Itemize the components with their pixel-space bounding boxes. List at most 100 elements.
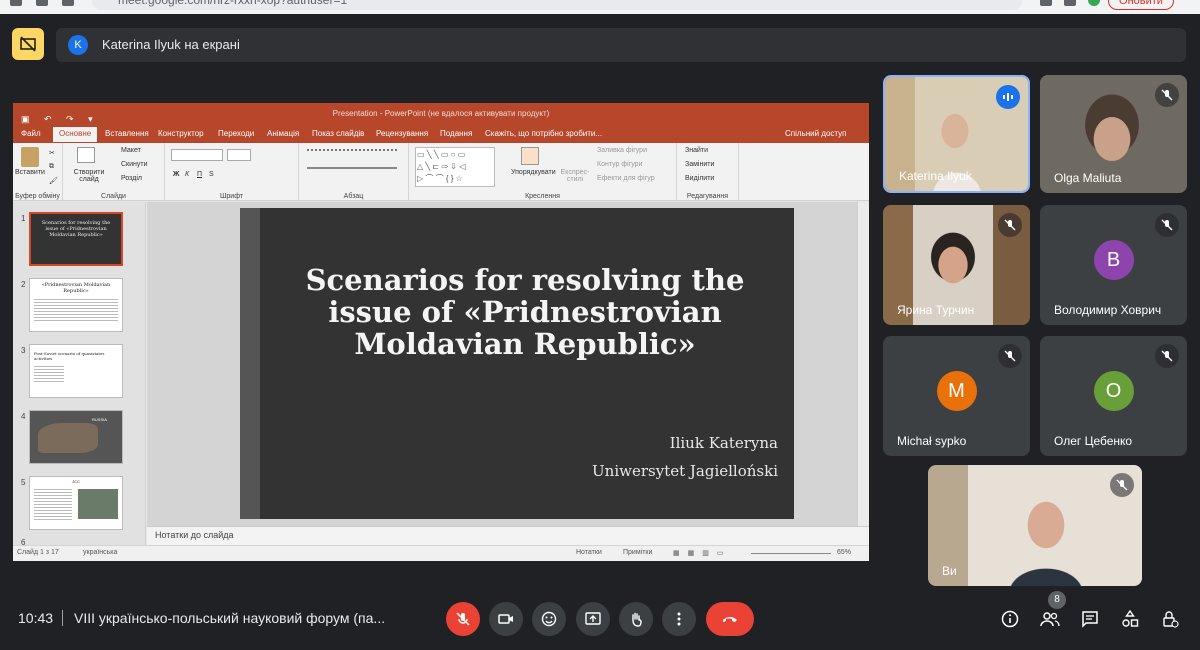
ppt-window-title: Presentation - PowerPoint (не вдалося ак… bbox=[332, 109, 550, 118]
arrange-button[interactable]: Упорядкувати bbox=[511, 169, 556, 176]
font-size-field[interactable] bbox=[227, 149, 251, 161]
font-name-field[interactable] bbox=[171, 149, 223, 161]
paragraph-group: Абзац bbox=[299, 143, 409, 201]
new-slide-button[interactable]: Створити слайд bbox=[69, 169, 109, 183]
forward-icon[interactable] bbox=[36, 0, 48, 6]
share-button[interactable]: Спільний доступ bbox=[785, 129, 847, 138]
shape-effects-button[interactable]: Ефекти для фігур bbox=[597, 175, 655, 182]
italic-button[interactable]: К bbox=[185, 171, 189, 178]
tab-view[interactable]: Подання bbox=[440, 129, 472, 138]
back-icon[interactable] bbox=[10, 0, 22, 6]
quick-styles-button[interactable]: Експрес-стилі bbox=[559, 169, 591, 183]
vertical-scrollbar[interactable] bbox=[857, 202, 869, 526]
address-bar[interactable]: meet.google.com/nrz-rxxh-xop?authuser=1 bbox=[92, 0, 1022, 10]
thumb-number: 1 bbox=[21, 214, 26, 223]
chat-icon[interactable] bbox=[1079, 608, 1101, 630]
host-controls-icon[interactable] bbox=[1159, 608, 1181, 630]
find-button[interactable]: Знайти bbox=[685, 147, 708, 154]
more-options-button[interactable] bbox=[662, 602, 696, 636]
slide-thumbnail-1[interactable]: Scenarios for resolving the issue of «Pr… bbox=[29, 212, 123, 266]
tell-me-box[interactable]: Скажіть, що потрібно зробити... bbox=[485, 129, 602, 138]
stop-presenting-icon[interactable] bbox=[12, 28, 44, 60]
strikethrough-button[interactable]: S bbox=[209, 171, 214, 178]
paste-button[interactable]: Вставити bbox=[15, 169, 45, 176]
underline-button[interactable]: П bbox=[197, 171, 202, 178]
drawing-group: ▭ ╲ ╲ ▭ ○ ▭ △ ╲ ⊏ ⇨ ⇩ ◁ ▷ ⌒ ⌒ { } ☆ Упоряд… bbox=[409, 143, 677, 201]
participant-name: Michał sypko bbox=[897, 434, 967, 448]
shapes-gallery[interactable]: ▭ ╲ ╲ ▭ ○ ▭ △ ╲ ⊏ ⇨ ⇩ ◁ ▷ ⌒ ⌒ { } ☆ bbox=[415, 147, 495, 187]
comments-toggle[interactable]: Примітки bbox=[623, 549, 652, 556]
activities-icon[interactable] bbox=[1119, 608, 1141, 630]
participant-tile-yaryna[interactable]: Ярина Турчин bbox=[883, 205, 1030, 325]
mic-toggle-button[interactable] bbox=[446, 602, 480, 636]
arrange-icon[interactable] bbox=[521, 147, 539, 165]
shape-fill-button[interactable]: Заливка фігури bbox=[597, 147, 647, 154]
camera-toggle-button[interactable] bbox=[489, 602, 523, 636]
notes-toggle[interactable]: Нотатки bbox=[576, 549, 602, 556]
self-view-tile[interactable]: Ви bbox=[928, 465, 1142, 586]
zoom-slider[interactable] bbox=[751, 553, 831, 554]
tab-file[interactable]: Файл bbox=[21, 129, 41, 138]
tab-animations[interactable]: Анімація bbox=[267, 129, 299, 138]
current-slide[interactable]: Scenarios for resolving the issue of «Pr… bbox=[240, 208, 794, 519]
speaking-indicator-icon bbox=[996, 85, 1020, 109]
copy-icon[interactable]: ⧉ bbox=[49, 163, 54, 171]
tab-slideshow[interactable]: Показ слайдів bbox=[312, 129, 364, 138]
reactions-button[interactable] bbox=[532, 602, 566, 636]
participant-tile-katerina[interactable]: Katerina Ilyuk bbox=[883, 75, 1030, 193]
slide-thumbnail-2[interactable]: «Pridnestrovian Moldavian Republic» bbox=[29, 278, 123, 332]
format-painter-icon[interactable]: 🖌 bbox=[49, 177, 58, 185]
select-button[interactable]: Виділити bbox=[685, 175, 714, 182]
profile-icon[interactable] bbox=[1088, 0, 1100, 6]
editing-group: Знайти Замінити Виділити Редагування bbox=[677, 143, 739, 201]
tab-design[interactable]: Конструктор bbox=[158, 129, 204, 138]
sidebar-icon[interactable] bbox=[1064, 0, 1076, 6]
slide-thumbnails[interactable]: 1 Scenarios for resolving the issue of «… bbox=[13, 202, 146, 547]
tab-transitions[interactable]: Переходи bbox=[218, 129, 254, 138]
replace-button[interactable]: Замінити bbox=[685, 161, 714, 168]
shape-outline-button[interactable]: Контур фігури bbox=[597, 161, 642, 168]
participant-name: Олег Цебенко bbox=[1054, 434, 1133, 448]
hand-icon bbox=[632, 612, 642, 627]
reload-icon[interactable] bbox=[62, 0, 74, 6]
leave-call-button[interactable] bbox=[706, 602, 754, 636]
thumb-text-lines bbox=[34, 297, 118, 321]
participant-tile-olga[interactable]: Olga Maliuta bbox=[1040, 75, 1187, 193]
slide-thumbnail-3[interactable]: Post-Soviet scenario of quasistates acti… bbox=[29, 344, 123, 398]
participant-tile-michal[interactable]: M Michał sypko bbox=[883, 336, 1030, 456]
paste-icon[interactable] bbox=[21, 147, 39, 167]
present-icon bbox=[585, 612, 601, 625]
cut-icon[interactable]: ✂ bbox=[49, 149, 55, 157]
thumb-text-lines bbox=[34, 364, 64, 384]
layout-button[interactable]: Макет bbox=[121, 147, 141, 154]
update-button[interactable]: Оновити bbox=[1108, 0, 1174, 10]
slide-thumbnail-5[interactable]: JCC bbox=[29, 476, 123, 530]
extension-icon[interactable] bbox=[1040, 0, 1052, 6]
bold-button[interactable]: Ж bbox=[173, 171, 179, 178]
align-icons[interactable] bbox=[307, 167, 397, 175]
view-buttons-icon[interactable]: ▦▦▥▭ bbox=[673, 549, 731, 557]
participant-tile-volodymyr[interactable]: В Володимир Ховрич bbox=[1040, 205, 1187, 325]
list-icons[interactable] bbox=[307, 149, 397, 157]
ppt-ribbon: Вставити ✂ ⧉ 🖌 Буфер обміну Створити сла… bbox=[13, 143, 869, 201]
avatar: В bbox=[1093, 240, 1134, 280]
ppt-title-bar: ▣ ↶ ↷ ▾ Presentation - PowerPoint (не вд… bbox=[13, 103, 869, 125]
people-icon[interactable] bbox=[1039, 608, 1061, 630]
muted-mic-icon bbox=[1155, 213, 1179, 237]
tab-home[interactable]: Основне bbox=[53, 127, 98, 142]
notes-pane[interactable]: Нотатки до слайда bbox=[147, 526, 869, 545]
hangup-icon bbox=[723, 617, 737, 622]
slide-thumbnail-4[interactable]: RUSSIA bbox=[29, 410, 123, 464]
raise-hand-button[interactable] bbox=[619, 602, 653, 636]
browser-toolbar: meet.google.com/nrz-rxxh-xop?authuser=1 … bbox=[0, 0, 1200, 14]
meeting-details-icon[interactable] bbox=[999, 608, 1021, 630]
new-slide-icon[interactable] bbox=[77, 147, 95, 163]
participant-name: Ярина Турчин bbox=[897, 303, 975, 317]
tab-review[interactable]: Рецензування bbox=[376, 129, 428, 138]
section-button[interactable]: Розділ bbox=[121, 175, 142, 182]
present-screen-button[interactable] bbox=[576, 602, 610, 636]
tab-insert[interactable]: Вставлення bbox=[105, 129, 149, 138]
participant-tile-oleg[interactable]: O Олег Цебенко bbox=[1040, 336, 1187, 456]
reset-button[interactable]: Скинути bbox=[121, 161, 148, 168]
mic-off-icon bbox=[456, 612, 470, 626]
